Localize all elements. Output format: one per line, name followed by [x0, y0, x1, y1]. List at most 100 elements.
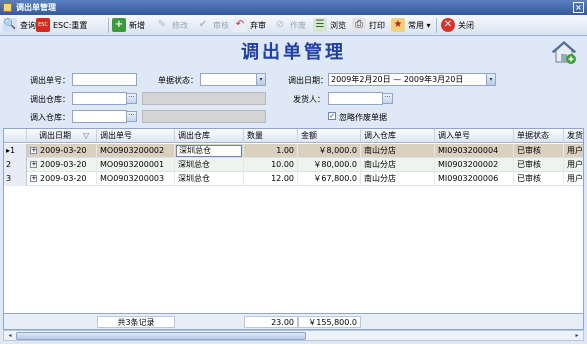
column-header-in-warehouse[interactable]: 调入仓库: [361, 129, 435, 143]
data-grid: 调出日期 ▽ 调出单号 调出仓库 数量 金额 调入仓库 调入单号 单据状态 发货…: [3, 128, 584, 314]
shipper-label: 发货人：: [293, 95, 325, 104]
add-icon: +: [112, 18, 126, 32]
in-warehouse-label: 调入仓库：: [30, 113, 70, 122]
star-icon: ★: [391, 18, 405, 32]
title-bar: 调出单管理 ×: [0, 0, 587, 15]
table-row[interactable]: ▸1 +2009-03-20 MO0903200002 深圳总仓 1.00 ￥8…: [4, 144, 583, 158]
scroll-left-icon[interactable]: ◂: [5, 331, 15, 340]
search-icon: 🔍: [3, 18, 17, 32]
shipper-input[interactable]: [328, 92, 383, 105]
scroll-right-icon[interactable]: ▸: [572, 331, 582, 340]
column-header-shipper[interactable]: 发货人: [564, 129, 583, 143]
column-header-status[interactable]: 单据状态: [514, 129, 564, 143]
cell-out-no[interactable]: MO0903200002: [97, 144, 175, 158]
out-no-input[interactable]: [72, 73, 137, 86]
cell-status[interactable]: 已审核: [514, 158, 564, 172]
amount-total: ￥155,800.0: [298, 316, 361, 328]
in-warehouse-lookup-button[interactable]: ···: [126, 111, 137, 122]
cell-out-date[interactable]: +2009-03-20: [27, 172, 97, 186]
grid-header: 调出日期 ▽ 调出单号 调出仓库 数量 金额 调入仓库 调入单号 单据状态 发货…: [4, 129, 583, 143]
ignore-void-checkbox[interactable]: ✓: [328, 112, 336, 120]
cell-qty[interactable]: 1.00: [244, 144, 298, 158]
cell-in-no[interactable]: MI0903200004: [435, 144, 514, 158]
grid-summary-row: 共3条记录 23.00 ￥155,800.0: [3, 314, 584, 330]
cell-status[interactable]: 已审核: [514, 144, 564, 158]
cell-amount[interactable]: ￥67,800.0: [298, 172, 361, 186]
toolbar: 🔍 查询 ESC ESC:重置 + 新增 ✎ 修改 ✔ 审核 ↶ 弃审 ⊘ 作废…: [0, 15, 587, 36]
cell-out-no[interactable]: MO0903200001: [97, 158, 175, 172]
cell-in-no[interactable]: MI0903200006: [435, 172, 514, 186]
in-warehouse-input[interactable]: [72, 110, 127, 123]
cell-qty[interactable]: 10.00: [244, 158, 298, 172]
check-icon: ✔: [198, 19, 208, 30]
cell-out-warehouse[interactable]: 深圳总仓: [175, 172, 244, 186]
cell-in-warehouse[interactable]: 南山分店: [361, 144, 435, 158]
column-header-in-no[interactable]: 调入单号: [435, 129, 514, 143]
record-count: 共3条记录: [97, 316, 175, 328]
undo-icon: ↶: [233, 18, 247, 32]
cell-out-no[interactable]: MO0903200003: [97, 172, 175, 186]
toolbar-separator: [108, 18, 109, 33]
chevron-down-icon[interactable]: ▾: [486, 74, 495, 85]
cell-out-date[interactable]: +2009-03-20: [27, 144, 97, 158]
date-label: 调出日期：: [288, 76, 328, 85]
row-indicator[interactable]: ▸1: [4, 144, 27, 158]
cell-in-warehouse[interactable]: 南山分店: [361, 158, 435, 172]
cell-qty[interactable]: 12.00: [244, 172, 298, 186]
chevron-down-icon: ▾: [426, 21, 431, 30]
browse-icon: ☰: [313, 18, 327, 32]
cell-editor[interactable]: 深圳总仓: [176, 145, 242, 157]
cell-in-no[interactable]: MI0903200002: [435, 158, 514, 172]
out-warehouse-input[interactable]: [72, 92, 127, 105]
window-close-button[interactable]: ×: [573, 2, 584, 13]
in-warehouse-name-field: [142, 110, 266, 123]
shipper-lookup-button[interactable]: ···: [382, 93, 393, 104]
cell-out-warehouse[interactable]: 深圳总仓: [175, 158, 244, 172]
toolbar-separator: [436, 18, 437, 33]
row-indicator-header: [4, 129, 27, 143]
page-title: 调出单管理: [241, 42, 346, 63]
chevron-down-icon[interactable]: ▾: [256, 74, 265, 85]
printer-icon: ⎙: [352, 18, 366, 32]
cell-out-warehouse[interactable]: 深圳总仓: [175, 144, 244, 158]
close-icon: ✕: [441, 18, 455, 32]
app-icon: [3, 3, 12, 12]
escape-icon: ESC: [36, 18, 50, 32]
column-header-out-no[interactable]: 调出单号: [97, 129, 175, 143]
window-title: 调出单管理: [16, 3, 56, 12]
cell-in-warehouse[interactable]: 南山分店: [361, 172, 435, 186]
cell-amount[interactable]: ￥8,000.0: [298, 144, 361, 158]
expand-icon[interactable]: +: [30, 147, 37, 154]
status-label: 单据状态：: [158, 76, 198, 85]
cell-shipper[interactable]: 用户1: [564, 144, 583, 158]
row-indicator[interactable]: 3: [4, 172, 27, 186]
out-warehouse-name-field: [142, 92, 266, 105]
table-row[interactable]: 2 +2009-03-20 MO0903200001 深圳总仓 10.00 ￥8…: [4, 158, 583, 172]
home-icon[interactable]: [550, 38, 578, 66]
column-header-out-date[interactable]: 调出日期 ▽: [27, 129, 97, 143]
horizontal-scrollbar[interactable]: ◂ ▸: [3, 330, 584, 341]
date-range-input[interactable]: 2009年2月20日 — 2009年3月20日 ▾: [328, 73, 496, 86]
cell-shipper[interactable]: 用户1: [564, 172, 583, 186]
cell-status[interactable]: 已审核: [514, 172, 564, 186]
table-row[interactable]: 3 +2009-03-20 MO0903200003 深圳总仓 12.00 ￥6…: [4, 172, 583, 186]
expand-icon[interactable]: +: [30, 161, 37, 168]
cell-out-date[interactable]: +2009-03-20: [27, 158, 97, 172]
out-no-label: 调出单号：: [30, 76, 70, 85]
cell-shipper[interactable]: 用户1: [564, 158, 583, 172]
column-header-amount[interactable]: 金额: [298, 129, 361, 143]
sort-icon: ▽: [83, 131, 90, 140]
row-indicator[interactable]: 2: [4, 158, 27, 172]
cell-amount[interactable]: ￥80,000.0: [298, 158, 361, 172]
column-header-qty[interactable]: 数量: [244, 129, 298, 143]
column-header-out-warehouse[interactable]: 调出仓库: [175, 129, 244, 143]
expand-icon[interactable]: +: [30, 175, 37, 182]
qty-total: 23.00: [244, 316, 298, 328]
status-select[interactable]: ▾: [200, 73, 266, 86]
void-icon: ⊘: [275, 19, 285, 30]
out-warehouse-label: 调出仓库：: [30, 95, 70, 104]
ignore-void-label: 忽略作废单据: [339, 113, 387, 122]
out-warehouse-lookup-button[interactable]: ···: [126, 93, 137, 104]
scrollbar-thumb[interactable]: [16, 332, 306, 340]
edit-icon: ✎: [157, 19, 167, 30]
